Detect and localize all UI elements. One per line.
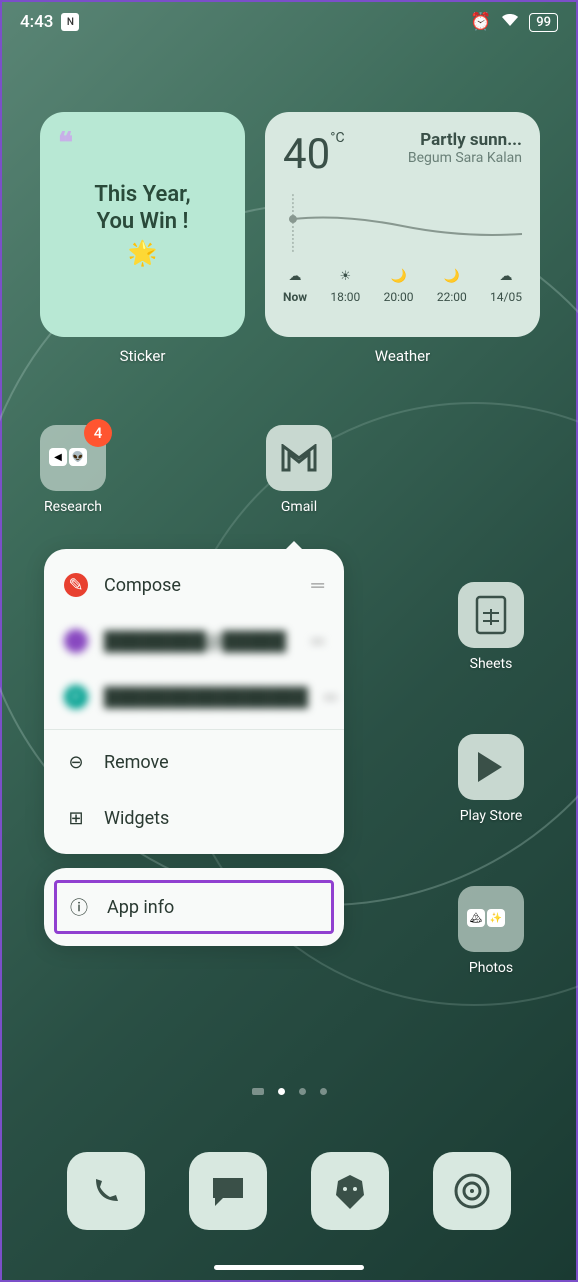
avatar-icon: P bbox=[64, 685, 88, 709]
wifi-icon bbox=[501, 12, 519, 32]
weather-label: Weather bbox=[265, 347, 540, 365]
status-time: 4:43 bbox=[20, 12, 53, 32]
gmail-app[interactable]: Gmail bbox=[266, 425, 332, 515]
phone-app[interactable] bbox=[67, 1152, 145, 1230]
sun-icon: ☀ bbox=[340, 269, 352, 284]
remove-label: Remove bbox=[104, 752, 169, 773]
status-bar: 4:43 N ⏰ 99 bbox=[2, 2, 576, 42]
page-dot-active[interactable] bbox=[278, 1088, 285, 1095]
messages-app[interactable] bbox=[189, 1152, 267, 1230]
sticker-line2: You Win ! bbox=[94, 209, 190, 235]
playstore-label: Play Store bbox=[460, 808, 523, 824]
avatar-icon bbox=[64, 629, 88, 653]
moon-icon: 🌙 bbox=[390, 269, 406, 284]
weather-widget[interactable]: 40°C Partly sunn... Begum Sara Kalan ☁No… bbox=[265, 112, 540, 337]
drag-handle-icon[interactable]: ═ bbox=[311, 575, 324, 596]
app-info-option[interactable]: ⓘ App info bbox=[57, 883, 331, 931]
photos-folder[interactable]: 🏔✨ Photos bbox=[458, 886, 524, 976]
moon-icon: 🌙 bbox=[444, 269, 460, 284]
target-icon bbox=[452, 1171, 492, 1211]
page-dot[interactable] bbox=[252, 1088, 264, 1095]
dock bbox=[2, 1152, 576, 1230]
research-folder[interactable]: ◀👽 4 Research bbox=[40, 425, 106, 515]
sheets-app[interactable]: Sheets bbox=[458, 582, 524, 672]
account-email: ████████@█████ bbox=[104, 631, 286, 652]
home-indicator[interactable] bbox=[214, 1265, 364, 1270]
quote-icon: ❝ bbox=[58, 126, 73, 159]
page-dot[interactable] bbox=[299, 1088, 306, 1095]
sun-icon: 🌟 bbox=[128, 239, 158, 267]
gmail-icon bbox=[281, 444, 317, 472]
chat-icon bbox=[209, 1174, 247, 1208]
app-shortcut-popup: ✎ Compose ═ ████████@█████ ═ P █████████… bbox=[44, 549, 344, 946]
weather-condition: Partly sunn... bbox=[408, 130, 522, 150]
gmail-label: Gmail bbox=[281, 499, 317, 515]
account-shortcut-2[interactable]: P ████████████████ ═ bbox=[44, 669, 344, 725]
sticker-label: Sticker bbox=[40, 347, 245, 365]
remove-option[interactable]: ⊖ Remove bbox=[44, 734, 344, 790]
camera-app[interactable] bbox=[433, 1152, 511, 1230]
compose-icon: ✎ bbox=[64, 573, 88, 597]
cloud-icon: ☁ bbox=[500, 269, 513, 284]
account-shortcut-1[interactable]: ████████@█████ ═ bbox=[44, 613, 344, 669]
weather-temp: 40 bbox=[283, 130, 330, 179]
sheets-icon bbox=[475, 595, 507, 635]
separator bbox=[44, 729, 344, 730]
info-icon: ⓘ bbox=[67, 895, 91, 919]
research-label: Research bbox=[44, 499, 102, 515]
phone-icon bbox=[88, 1173, 124, 1209]
notification-badge: 4 bbox=[84, 419, 112, 447]
brave-app[interactable] bbox=[311, 1152, 389, 1230]
page-indicator[interactable] bbox=[2, 1088, 576, 1095]
drag-handle-icon[interactable]: ═ bbox=[324, 687, 337, 708]
weather-unit: °C bbox=[330, 130, 344, 146]
widgets-label: Widgets bbox=[104, 808, 169, 829]
photos-label: Photos bbox=[469, 960, 513, 976]
sticker-widget[interactable]: ❝ This Year, You Win ! 🌟 bbox=[40, 112, 245, 337]
compose-shortcut[interactable]: ✎ Compose ═ bbox=[44, 557, 344, 613]
compose-label: Compose bbox=[104, 575, 181, 596]
drag-handle-icon[interactable]: ═ bbox=[311, 631, 324, 652]
weather-location: Begum Sara Kalan bbox=[408, 150, 522, 166]
account-email: ████████████████ bbox=[104, 687, 308, 708]
page-dot[interactable] bbox=[320, 1088, 327, 1095]
playstore-app[interactable]: Play Store bbox=[458, 734, 524, 824]
weather-times: ☁Now ☀18:00 🌙20:00 🌙22:00 ☁14/05 bbox=[283, 269, 522, 304]
cloud-icon: ☁ bbox=[289, 269, 302, 284]
widgets-option[interactable]: ⊞ Widgets bbox=[44, 790, 344, 846]
battery-indicator: 99 bbox=[529, 13, 558, 32]
app-info-label: App info bbox=[107, 897, 174, 918]
playstore-icon bbox=[472, 748, 510, 786]
alarm-icon: ⏰ bbox=[470, 12, 491, 32]
widgets-icon: ⊞ bbox=[64, 806, 88, 830]
weather-graph bbox=[283, 194, 522, 254]
notification-icon: N bbox=[61, 13, 79, 31]
remove-icon: ⊖ bbox=[64, 750, 88, 774]
sheets-label: Sheets bbox=[470, 656, 513, 672]
lion-icon bbox=[332, 1171, 368, 1211]
sticker-line1: This Year, bbox=[94, 182, 190, 208]
